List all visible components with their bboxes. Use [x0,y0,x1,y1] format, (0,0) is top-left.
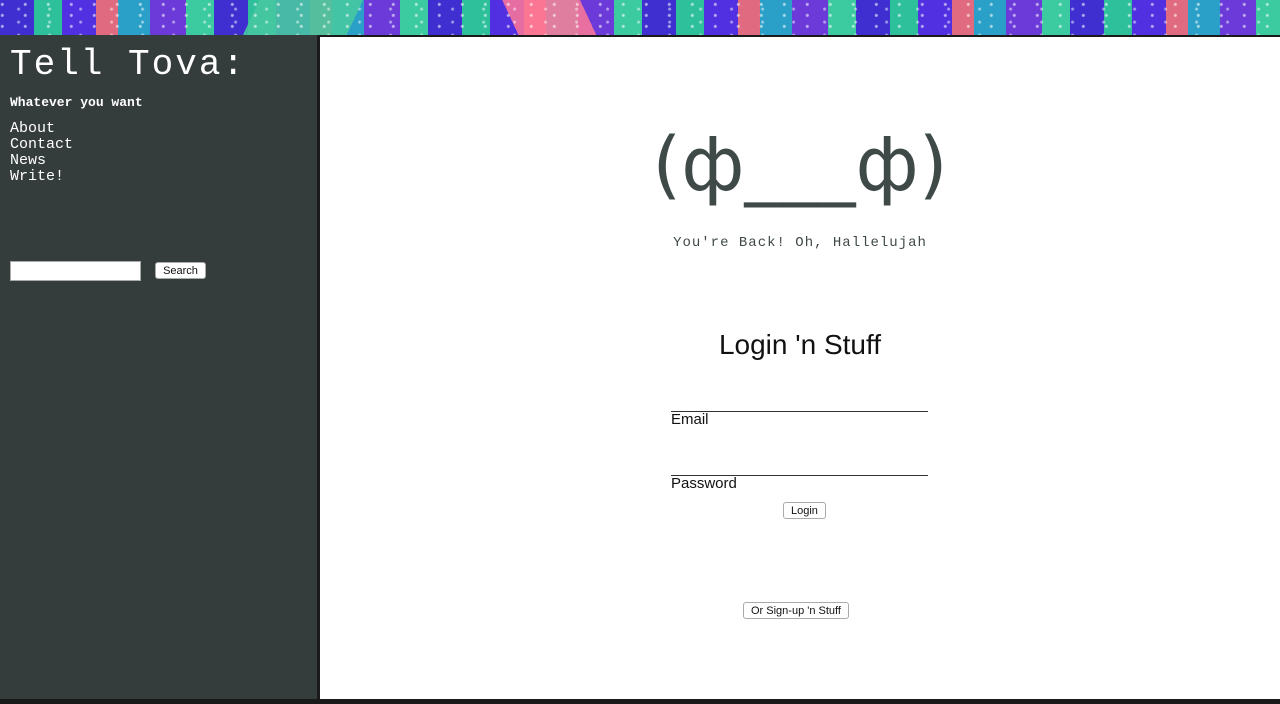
search-input[interactable] [10,261,141,281]
password-field[interactable] [671,455,928,476]
main-content: (ф___ф) You're Back! Oh, Hallelujah Logi… [320,37,1280,699]
search-button[interactable]: Search [155,262,206,279]
header-banner [0,0,1280,35]
sidebar-nav: About Contact News Write! [10,121,73,185]
nav-item-news[interactable]: News [10,153,73,169]
login-button[interactable]: Login [783,502,826,519]
signup-button[interactable]: Or Sign-up 'n Stuff [743,602,849,619]
login-heading: Login 'n Stuff [718,329,882,360]
email-label: Email [671,411,709,428]
site-tagline: Whatever you want [10,95,143,110]
nav-item-contact[interactable]: Contact [10,137,73,153]
welcome-message: You're Back! Oh, Hallelujah [673,235,927,251]
email-field[interactable] [671,391,928,412]
nav-item-about[interactable]: About [10,121,73,137]
password-label: Password [671,475,737,492]
site-title[interactable]: Tell Tova: [10,43,246,87]
nav-item-write[interactable]: Write! [10,169,73,185]
face-emoticon: (ф___ф) [652,122,948,208]
sidebar: Tell Tova: Whatever you want About Conta… [0,35,317,699]
